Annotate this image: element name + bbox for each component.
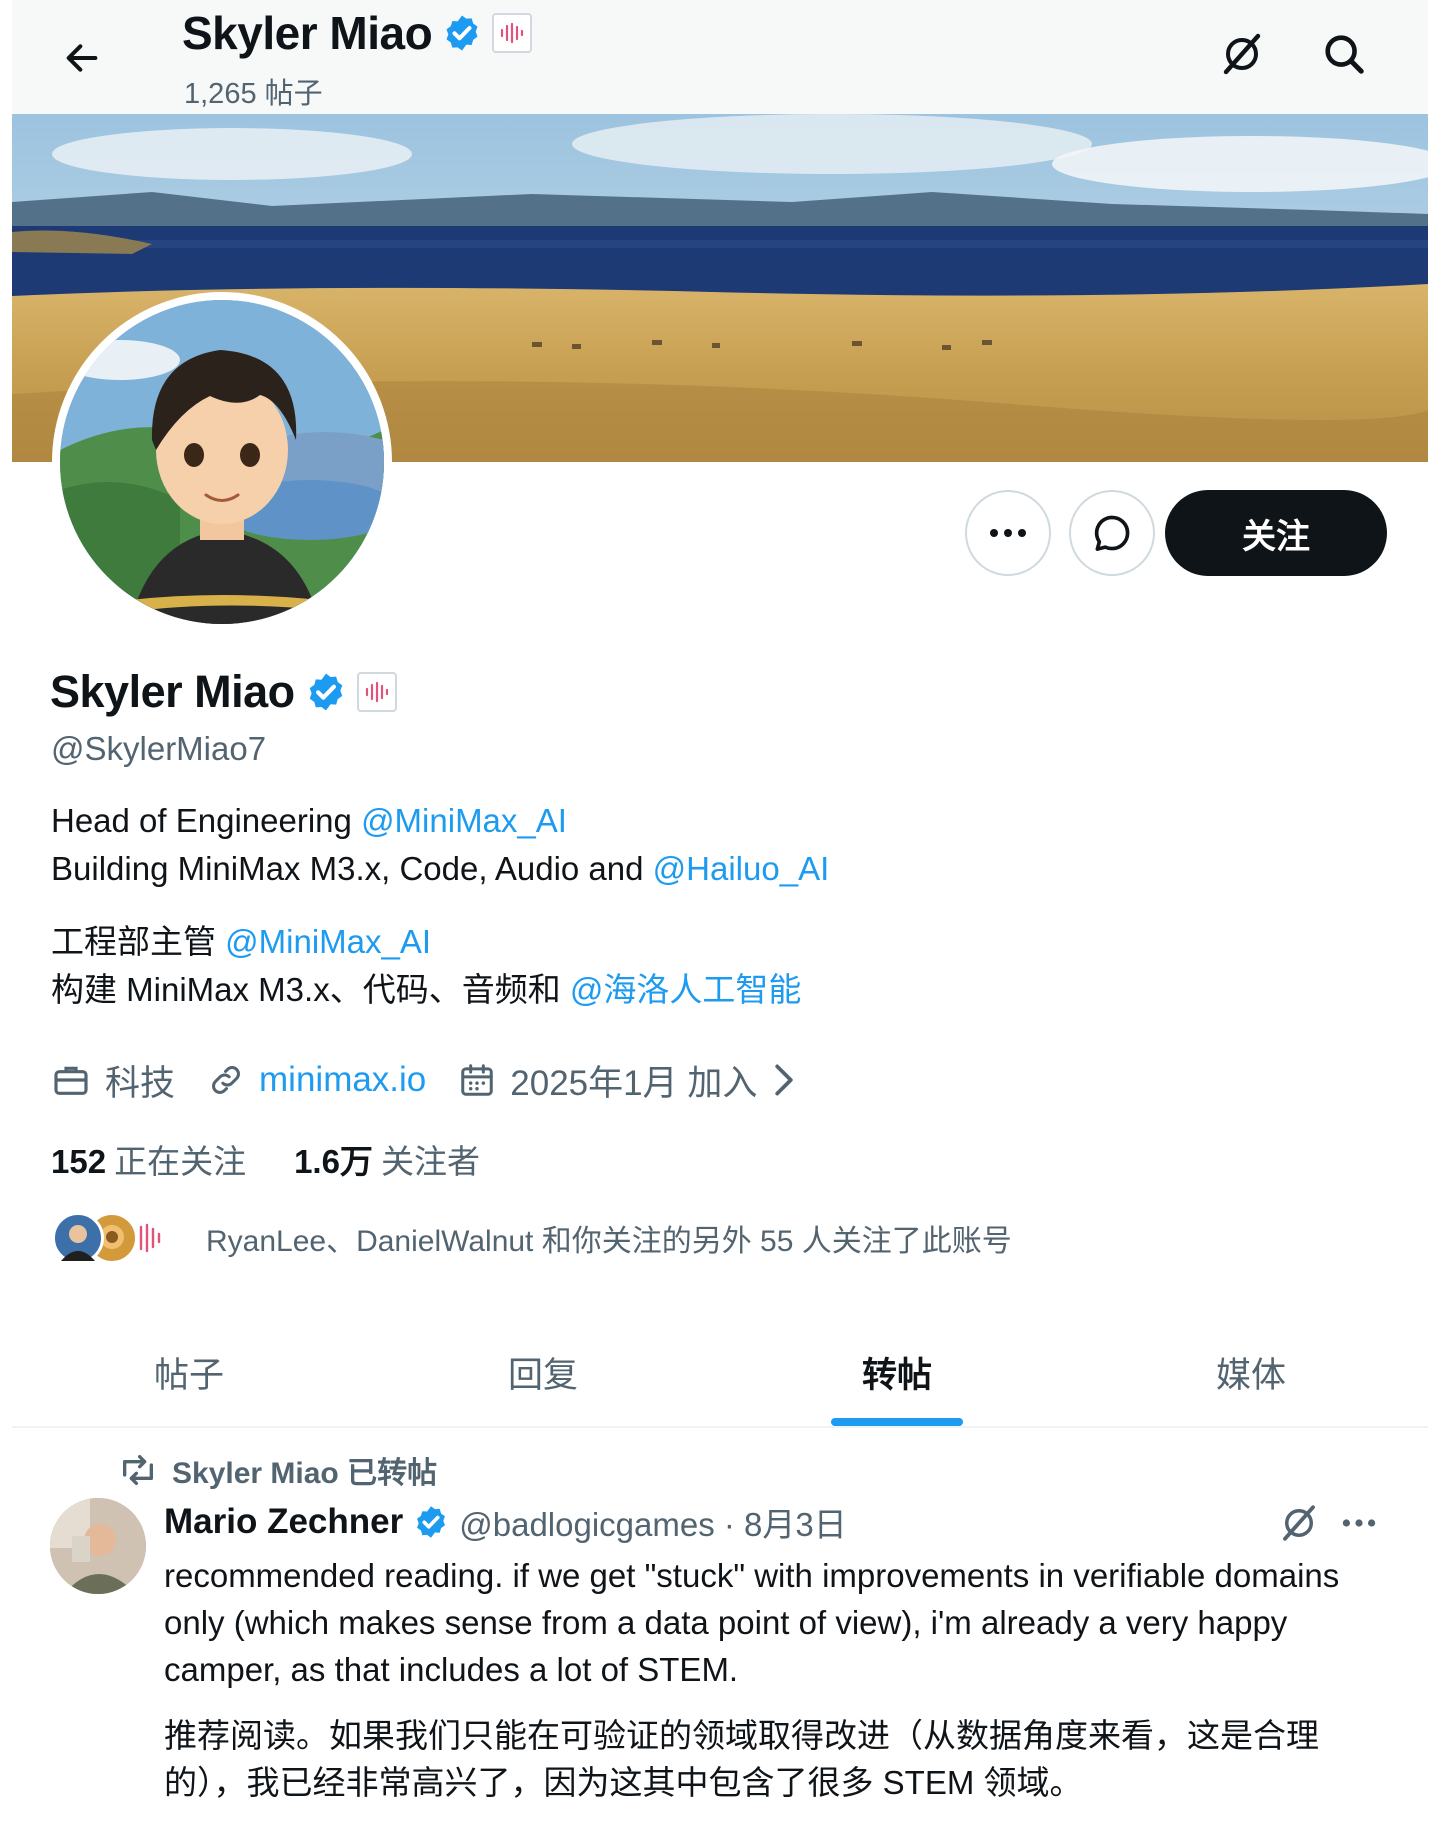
bio-line-4: 构建 MiniMax M3.x、代码、音频和 @海洛人工智能: [51, 963, 801, 1011]
affiliate-badge-icon[interactable]: [492, 13, 533, 53]
joined-date: 2025年1月 加入: [510, 1063, 758, 1103]
verified-badge-icon[interactable]: [305, 671, 347, 713]
message-button[interactable]: [1069, 490, 1155, 576]
post-author-name[interactable]: Mario Zechner: [164, 1502, 403, 1542]
header-name: Skyler Miao: [182, 7, 433, 59]
grok-icon: [1223, 33, 1261, 75]
category-item: 科技: [51, 1055, 175, 1106]
following-stat[interactable]: 152 正在关注: [51, 1135, 246, 1183]
website-link[interactable]: minimax.io: [259, 1060, 426, 1100]
more-icon: [990, 529, 1026, 537]
header-name-row: Skyler Miao: [182, 4, 533, 62]
tab-media[interactable]: 媒体: [1074, 1318, 1428, 1426]
search-button[interactable]: [1312, 22, 1376, 86]
following-count: 152: [51, 1143, 107, 1180]
top-header: Skyler Miao 1,265 帖子: [12, 0, 1428, 114]
bio-line-1: Head of Engineering @MiniMax_AI: [51, 802, 567, 840]
affiliate-badge-icon[interactable]: [356, 672, 397, 712]
bio-text: 构建 MiniMax M3.x、代码、音频和: [51, 971, 570, 1008]
bio-text: Building MiniMax M3.x, Code, Audio and: [51, 850, 653, 887]
profile-meta: 科技 minimax.io 2025年1月 加入: [51, 1055, 829, 1105]
calendar-icon: [461, 1064, 494, 1096]
bio-line-3: 工程部主管 @MiniMax_AI: [51, 915, 431, 963]
repost-context: Skyler Miao 已转帖: [118, 1446, 437, 1494]
post-text-en: recommended reading. if we get "stuck" w…: [164, 1557, 1340, 1688]
grok-icon: [1283, 1505, 1315, 1541]
post-author-avatar[interactable]: [50, 1498, 146, 1594]
tab-posts[interactable]: 帖子: [12, 1318, 366, 1426]
repost-icon: [123, 1454, 153, 1485]
bio-mention-link[interactable]: @MiniMax_AI: [361, 802, 567, 839]
category-label: 科技: [105, 1063, 176, 1103]
tab-label: 媒体: [1215, 1355, 1286, 1395]
profile-page: Skyler Miao 1,265 帖子 关注 Skyler Miao @Sky…: [12, 0, 1428, 1825]
reposted-by-text[interactable]: Skyler Miao 已转帖: [172, 1448, 437, 1492]
follow-button[interactable]: 关注: [1165, 490, 1387, 576]
bio-line-2: Building MiniMax M3.x, Code, Audio and @…: [51, 850, 829, 888]
briefcase-icon: [54, 1066, 88, 1095]
followers-stat[interactable]: 1.6万 关注者: [294, 1135, 480, 1183]
post-text-zh: 推荐阅读。如果我们只能在可验证的领域取得改进（从数据角度来看，这是合理的），我已…: [164, 1717, 1319, 1801]
website-item: minimax.io: [207, 1060, 426, 1100]
follow-stats: 152 正在关注 1.6万 关注者: [51, 1135, 528, 1183]
following-label: 正在关注: [114, 1143, 247, 1180]
verified-badge-icon: [417, 1506, 446, 1538]
followers-you-know[interactable]: RyanLee、DanielWalnut 和你关注的另外 55 人关注了此账号: [52, 1208, 1012, 1268]
profile-tabs: 帖子 回复 转帖 媒体: [12, 1318, 1428, 1428]
tab-reposts[interactable]: 转帖: [720, 1318, 1074, 1426]
tab-replies[interactable]: 回复: [366, 1318, 720, 1426]
chevron-right-icon: [775, 1064, 794, 1096]
profile-name-row: Skyler Miao: [50, 662, 397, 722]
back-button[interactable]: [52, 28, 112, 88]
tab-label: 帖子: [153, 1355, 224, 1395]
post-grok-button[interactable]: [1272, 1496, 1326, 1550]
post-header: Mario Zechner @badlogicgames · 8月3日: [164, 1498, 847, 1546]
verified-badge-icon: [446, 15, 478, 51]
bio-mention-link[interactable]: @Hailuo_AI: [653, 850, 830, 887]
post-handle-date[interactable]: @badlogicgames · 8月3日: [459, 1498, 847, 1546]
bio-text: Head of Engineering: [51, 802, 362, 839]
link-icon: [212, 1066, 240, 1094]
post-more-button[interactable]: [1332, 1496, 1386, 1550]
back-arrow-icon: [66, 44, 98, 72]
search-icon: [1325, 35, 1364, 74]
tab-label: 转帖: [861, 1355, 932, 1395]
avatar: [52, 1212, 104, 1264]
header-post-count: 1,265 帖子: [184, 78, 323, 110]
profile-handle: @SkylerMiao7: [51, 730, 267, 767]
grok-button[interactable]: [1210, 22, 1274, 86]
more-button[interactable]: [965, 490, 1051, 576]
bio-mention-link[interactable]: @MiniMax_AI: [225, 923, 431, 960]
followers-label: 关注者: [380, 1143, 480, 1180]
profile-name: Skyler Miao: [50, 666, 295, 717]
more-icon: [1342, 1519, 1376, 1527]
active-tab-indicator: [831, 1418, 963, 1426]
message-icon: [1094, 515, 1130, 551]
bio-mention-link[interactable]: @海洛人工智能: [570, 971, 802, 1008]
followed-by-text: RyanLee、DanielWalnut 和你关注的另外 55 人关注了此账号: [206, 1225, 1012, 1258]
tab-label: 回复: [507, 1355, 578, 1395]
followers-count: 1.6万: [294, 1143, 373, 1180]
profile-avatar[interactable]: [52, 292, 392, 632]
joined-item[interactable]: 2025年1月 加入: [458, 1055, 797, 1106]
bio-text: 工程部主管: [51, 923, 226, 960]
